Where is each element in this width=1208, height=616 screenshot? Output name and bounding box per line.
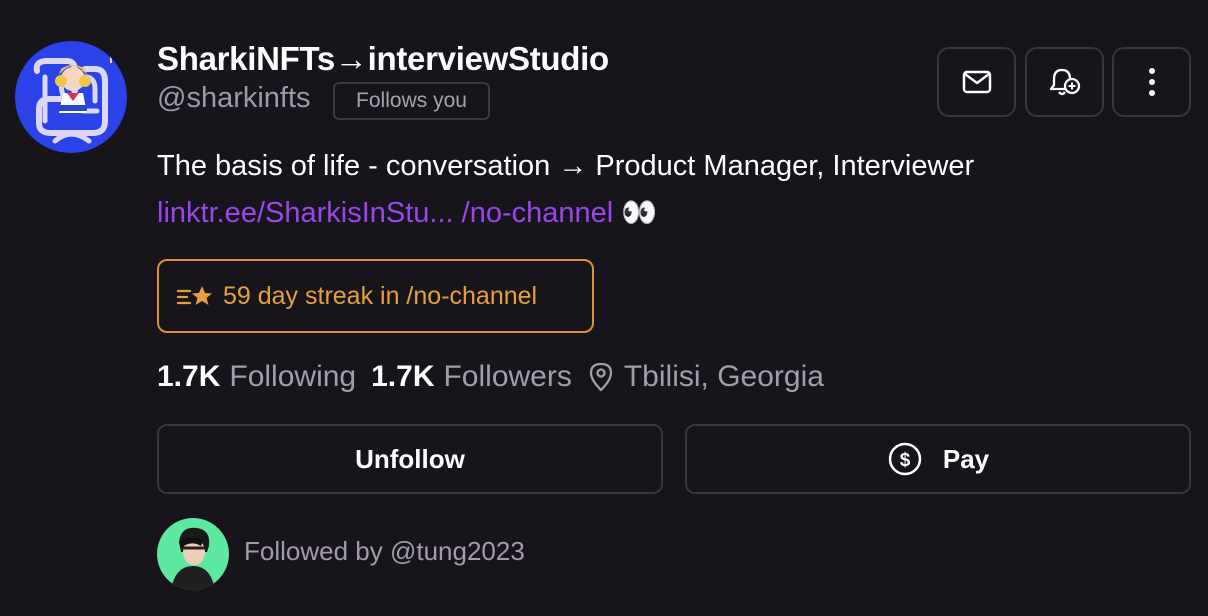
- mail-icon: [962, 70, 991, 94]
- unfollow-label: Unfollow: [355, 443, 465, 474]
- location-text: Tbilisi, Georgia: [623, 360, 824, 393]
- follows-you-badge: Follows you: [333, 82, 490, 120]
- followers-count[interactable]: 1.7K: [371, 360, 434, 394]
- profile-bio: The basis of life - conversation → Produ…: [157, 150, 975, 182]
- pay-label: Pay: [942, 443, 990, 474]
- map-pin-icon: [589, 362, 613, 392]
- eyes-emoji: 👀: [621, 197, 658, 229]
- profile-avatar[interactable]: [15, 41, 127, 153]
- followers-label[interactable]: Followers: [443, 360, 571, 394]
- svg-text:$: $: [900, 450, 911, 471]
- streak-badge[interactable]: 59 day streak in /no-channel: [157, 259, 594, 333]
- dollar-circle-icon: $: [888, 442, 922, 476]
- channel-link[interactable]: /no-channel: [462, 197, 614, 229]
- following-label[interactable]: Following: [229, 360, 356, 394]
- profile-links: linktr.ee/SharkisInStu... /no-channel 👀: [157, 196, 657, 230]
- website-link[interactable]: linktr.ee/SharkisInStu...: [157, 197, 454, 229]
- user-handle: @sharkinfts: [157, 82, 311, 114]
- notify-button[interactable]: [1025, 47, 1104, 117]
- display-name: SharkiNFTs→interviewStudio: [157, 40, 609, 77]
- streak-text: 59 day streak in /no-channel: [223, 281, 538, 310]
- pay-button[interactable]: $ Pay: [685, 424, 1191, 494]
- bell-plus-icon: [1049, 68, 1080, 96]
- profile-avatar-image: [15, 41, 127, 153]
- more-vertical-icon: [1148, 68, 1155, 96]
- more-options-button[interactable]: [1112, 47, 1191, 117]
- followed-by-avatar[interactable]: [157, 518, 229, 590]
- followed-by-avatar-image: [157, 518, 229, 590]
- message-button[interactable]: [937, 47, 1016, 117]
- followed-by-text[interactable]: Followed by @tung2023: [244, 536, 525, 567]
- unfollow-button[interactable]: Unfollow: [157, 424, 663, 494]
- profile-stats: 1.7K Following 1.7K Followers Tbilisi, G…: [157, 360, 839, 394]
- streak-star-icon: [176, 286, 212, 305]
- following-count[interactable]: 1.7K: [157, 360, 220, 394]
